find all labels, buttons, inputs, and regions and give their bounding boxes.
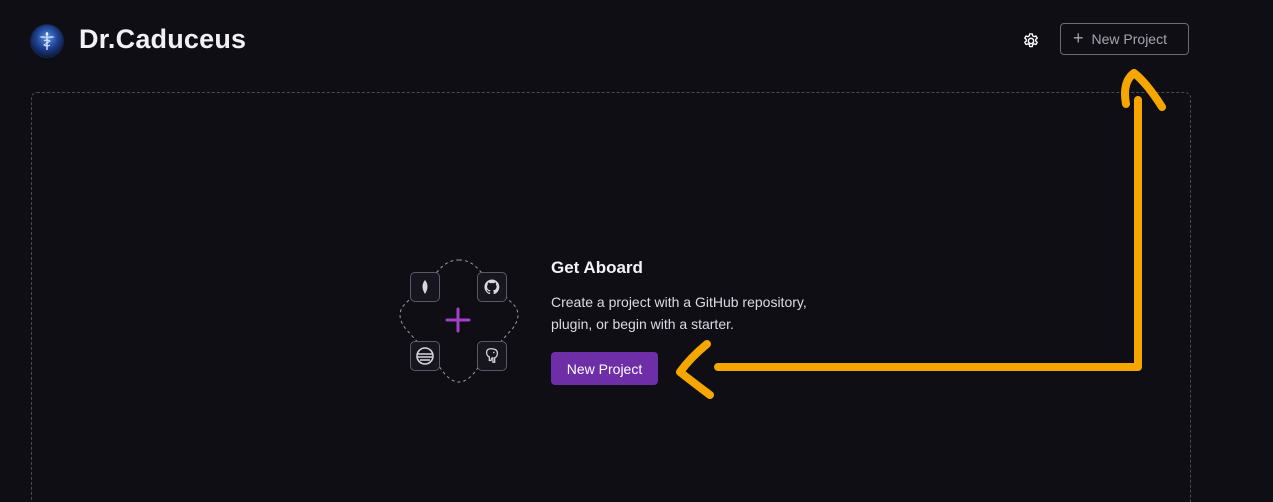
mysql-tile xyxy=(410,341,440,371)
mysql-dolphin-icon xyxy=(416,347,434,365)
new-project-button-label: New Project xyxy=(1091,31,1167,47)
app-logo xyxy=(31,25,63,57)
plus-icon: + xyxy=(1073,28,1084,48)
description-line-1: Create a project with a GitHub repositor… xyxy=(551,294,807,310)
postgresql-elephant-icon xyxy=(485,348,499,363)
github-icon xyxy=(484,279,500,295)
description-line-2: plugin, or begin with a starter. xyxy=(551,316,734,332)
settings-button[interactable] xyxy=(1019,29,1043,53)
mongodb-leaf-icon xyxy=(422,280,428,294)
app-title: Dr.Caduceus xyxy=(79,24,247,54)
postgresql-tile xyxy=(477,341,507,371)
integrations-illustration xyxy=(395,258,523,384)
new-project-button-header[interactable]: + New Project xyxy=(1060,23,1189,55)
app-root: Dr.Caduceus + New Project Get Aboard Cre… xyxy=(0,0,1273,502)
gear-icon xyxy=(1024,33,1038,48)
new-project-button-primary[interactable]: New Project xyxy=(551,352,658,385)
mongodb-tile xyxy=(410,272,440,302)
add-plus-icon xyxy=(445,307,471,333)
caduceus-icon xyxy=(39,32,55,50)
empty-state-title: Get Aboard xyxy=(551,258,643,277)
empty-state-description: Create a project with a GitHub repositor… xyxy=(551,291,851,335)
github-tile xyxy=(477,272,507,302)
